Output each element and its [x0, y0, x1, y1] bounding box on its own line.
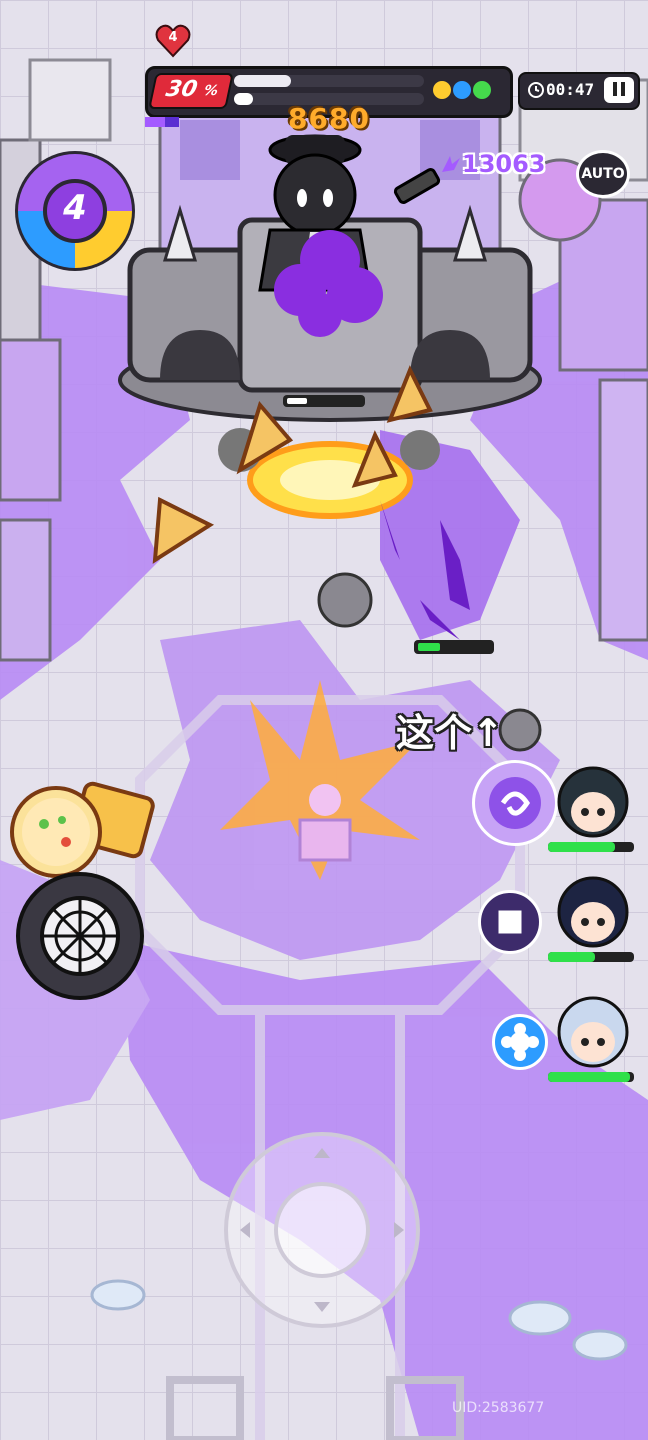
gem-cluster-icon	[432, 77, 498, 103]
portrait-icon	[557, 876, 629, 948]
pizza-wheel-icon	[20, 876, 140, 996]
boss-mini-hp	[283, 395, 365, 407]
portrait-icon	[557, 766, 629, 838]
annotation-text: 这个↑	[396, 711, 504, 755]
party-member-hp-bar	[548, 952, 634, 962]
party-member-hp-fill	[548, 1072, 630, 1082]
party-member-hp-fill	[548, 842, 616, 852]
pizza-wheel-button[interactable]	[16, 872, 144, 1000]
level-dial-value: 4	[63, 188, 87, 228]
pause-button[interactable]	[604, 77, 634, 103]
party-member-dark-haired-girl[interactable]	[548, 760, 638, 860]
boss-hp-fill-2	[234, 93, 253, 105]
portrait-icon	[557, 996, 629, 1068]
clock-icon	[527, 81, 545, 99]
party-member-hp-fill	[548, 952, 596, 962]
box-icon	[481, 893, 539, 954]
timer-text: 00:47	[546, 80, 595, 99]
splash-icon	[440, 154, 462, 174]
level-dial: 4	[8, 146, 142, 276]
party-member-hp-bar	[548, 1072, 634, 1082]
combo-score: 13063	[440, 150, 546, 178]
combo-score-value: 13063	[462, 150, 546, 178]
boss-hp-percent-badge: 30 %	[148, 73, 234, 109]
wave-badge: 4	[168, 30, 178, 45]
auto-label: AUTO	[581, 166, 625, 182]
skill-button-box[interactable]	[478, 890, 542, 954]
boss-hp-percent: 30	[163, 77, 200, 102]
enemy-hp-bar	[414, 640, 494, 654]
flower-icon	[495, 1017, 545, 1070]
party-panel	[540, 760, 640, 1090]
pizza-icon[interactable]	[8, 780, 158, 880]
virtual-joystick[interactable]	[222, 1130, 422, 1330]
game-stage: 4 30 % 8680 00:47 13063 AUTO 4 这个↑ UID:2…	[0, 0, 648, 1440]
heart-flag-icon: 4	[154, 20, 192, 58]
party-member-silver-haired-girl[interactable]	[548, 990, 638, 1090]
damage-number: 8680	[288, 102, 370, 135]
party-member-hp-bar	[548, 842, 634, 852]
boss-hp-percent-sign: %	[202, 83, 220, 99]
pause-icon	[613, 81, 617, 96]
party-member-navy-haired-boy[interactable]	[548, 870, 638, 970]
uid-text: UID:2583677	[452, 1400, 545, 1416]
boss-hp-track	[234, 75, 424, 87]
auto-button[interactable]: AUTO	[576, 150, 630, 198]
boss-hp-fill	[234, 75, 291, 87]
timer-panel: 00:47	[518, 72, 640, 110]
boss-shield-bar	[145, 112, 187, 127]
